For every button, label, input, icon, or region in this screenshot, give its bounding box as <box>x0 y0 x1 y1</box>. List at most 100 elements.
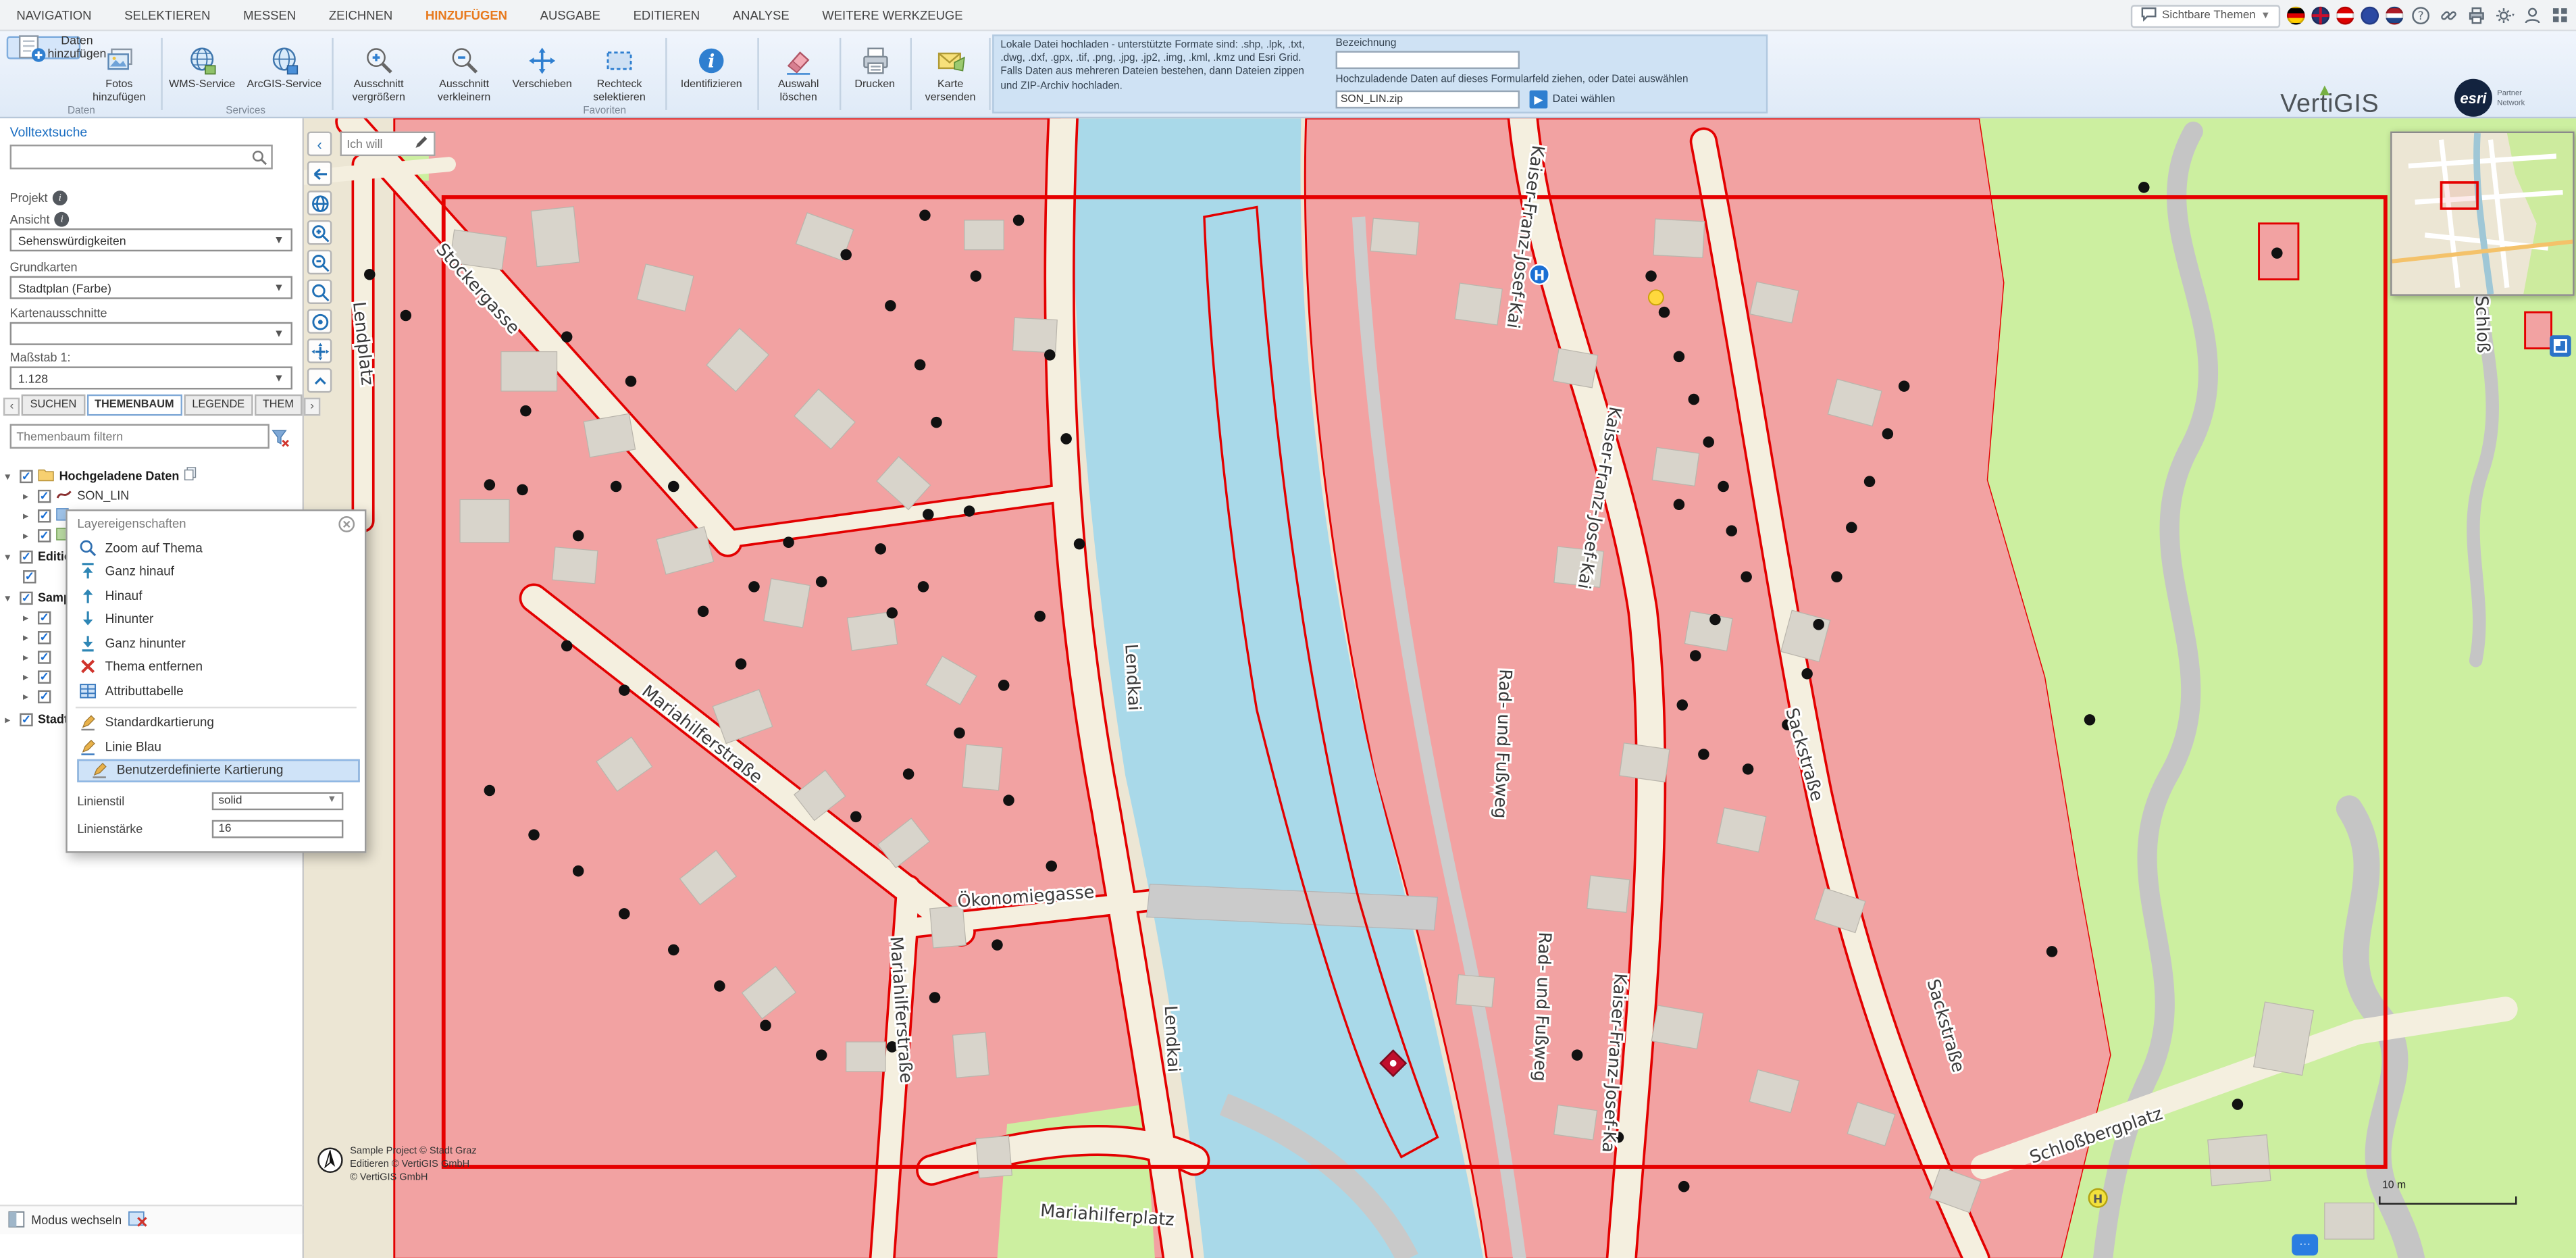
context-menu-item-ganz-hinunter[interactable]: Ganz hinunter <box>68 631 365 655</box>
pan-mode-button[interactable] <box>307 338 332 363</box>
context-menu-item-benutzerdefinierte-kartierung[interactable]: Benutzerdefinierte Kartierung <box>77 759 359 782</box>
checkbox-checked[interactable]: ✓ <box>20 590 32 603</box>
scroll-up-button[interactable] <box>307 368 332 393</box>
checkbox-checked[interactable]: ✓ <box>38 630 51 643</box>
context-menu-item-hinunter[interactable]: Hinunter <box>68 607 365 631</box>
context-menu-item-zoom-auf-thema[interactable]: Zoom auf Thema <box>68 536 365 559</box>
tabs-scroll-left-button[interactable]: ‹ <box>3 398 20 416</box>
tab-themenbaum[interactable]: THEMENBAUM <box>86 395 182 416</box>
menu-tab-messen[interactable]: MESSEN <box>227 7 313 22</box>
close-icon[interactable] <box>338 515 355 532</box>
context-menu-item-thema-entfernen[interactable]: Thema entfernen <box>68 655 365 678</box>
fulltext-search-input[interactable] <box>10 145 273 169</box>
tabs-scroll-right-button[interactable]: › <box>304 398 321 416</box>
flag-german-icon[interactable] <box>2287 7 2305 25</box>
view-select[interactable]: Sehenswürdigkeiten▼ <box>10 228 292 251</box>
zoom-box-button[interactable] <box>307 280 332 304</box>
flag-dutch-icon[interactable] <box>2386 7 2404 25</box>
tree-row-son-lin[interactable]: ▸ ✓ SON_LIN <box>23 486 129 505</box>
checkbox-checked[interactable]: ✓ <box>20 469 32 482</box>
mode-switch-label[interactable]: Modus wechseln <box>31 1213 122 1228</box>
context-menu-item-linie-blau[interactable]: Linie Blau <box>68 734 365 758</box>
zoom-out-button[interactable] <box>307 250 332 274</box>
expand-arrow-icon[interactable]: ▸ <box>23 509 33 522</box>
context-menu-item-standardkartierung[interactable]: Standardkartierung <box>68 711 365 734</box>
theme-filter-input[interactable] <box>10 424 269 449</box>
tree-row[interactable]: ▸✓ <box>23 628 56 646</box>
checkbox-checked[interactable]: ✓ <box>20 712 32 725</box>
context-menu-item-ganz-hinauf[interactable]: Ganz hinauf <box>68 559 365 583</box>
expand-arrow-icon[interactable]: ▸ <box>23 528 33 541</box>
ribbon-button-wms-service[interactable]: WMS-Service <box>164 36 240 109</box>
checkbox-checked[interactable]: ✓ <box>38 509 51 522</box>
tab-suchen[interactable]: SUCHEN <box>22 395 84 416</box>
center-map-button[interactable] <box>307 309 332 333</box>
previous-extent-button[interactable] <box>307 161 332 185</box>
ribbon-button-daten-hinzufuegen[interactable]: Daten hinzufügen <box>7 36 80 59</box>
checkbox-checked[interactable]: ✓ <box>20 550 32 563</box>
ribbon-button-identifizieren[interactable]: i Identifizieren <box>670 36 752 109</box>
fulltext-search-link[interactable]: Volltextsuche <box>10 125 88 140</box>
expand-arrow-icon[interactable]: ▾ <box>5 590 15 603</box>
checkbox-checked[interactable]: ✓ <box>38 489 51 502</box>
menu-grid-icon[interactable] <box>2550 5 2571 26</box>
upload-file-field[interactable]: SON_LIN.zip <box>1336 91 1520 109</box>
context-menu-item-hinauf[interactable]: Hinauf <box>68 584 365 607</box>
map-extent-select[interactable]: ▼ <box>10 322 292 345</box>
tab-them-truncated[interactable]: THEM <box>255 395 302 416</box>
settings-gear-icon[interactable] <box>2494 5 2515 26</box>
filter-clear-icon[interactable] <box>269 427 289 447</box>
tree-row[interactable]: ✓ <box>23 567 41 585</box>
ribbon-button-fotos-hinzufuegen[interactable]: Fotos hinzufügen <box>82 36 156 109</box>
map-close-icon[interactable] <box>128 1210 148 1230</box>
menu-tab-analyse[interactable]: ANALYSE <box>716 7 805 22</box>
full-extent-globe-button[interactable] <box>307 191 332 215</box>
search-icon[interactable] <box>250 148 269 168</box>
tree-row[interactable]: ▸✓ <box>23 687 56 705</box>
tab-legende[interactable]: LEGENDE <box>184 395 253 416</box>
flag-eu-icon[interactable] <box>2361 7 2379 25</box>
expand-arrow-icon[interactable]: ▾ <box>5 550 15 563</box>
ribbon-button-rechteck-selektieren[interactable]: Rechteck selektieren <box>578 36 661 109</box>
ribbon-button-drucken[interactable]: Drucken <box>843 36 907 109</box>
ribbon-button-auswahl-loeschen[interactable]: Auswahl löschen <box>761 36 836 109</box>
context-menu-item-attributtabelle[interactable]: Attributtabelle <box>68 679 365 703</box>
menu-tab-selektieren[interactable]: SELEKTIEREN <box>108 7 227 22</box>
flag-austria-icon[interactable] <box>2336 7 2354 25</box>
menu-tab-ausgabe[interactable]: AUSGABE <box>523 7 617 22</box>
ribbon-button-ausschnitt-vergroessern[interactable]: Ausschnitt vergrößern <box>337 36 421 109</box>
overview-map[interactable] <box>2390 132 2574 296</box>
ribbon-button-karte-versenden[interactable]: Karte versenden <box>913 36 987 109</box>
bezeichnung-input[interactable] <box>1336 51 1520 69</box>
checkbox-checked[interactable]: ✓ <box>38 611 51 624</box>
tree-row[interactable]: ▸✓ <box>23 668 56 686</box>
line-width-input[interactable] <box>212 820 344 838</box>
checkbox-checked[interactable]: ✓ <box>38 528 51 541</box>
map-viewport[interactable]: H H Stockergasse Lendplatz Mariahilferst… <box>304 118 2576 1258</box>
visible-themes-dropdown[interactable]: Sichtbare Themen ▼ <box>2131 4 2280 27</box>
user-icon[interactable] <box>2522 5 2544 26</box>
zoom-in-button[interactable] <box>307 220 332 245</box>
scale-select[interactable]: 1.128▼ <box>10 366 292 389</box>
expand-arrow-icon[interactable]: ▸ <box>23 489 33 502</box>
expand-arrow-icon[interactable]: ▾ <box>5 469 15 482</box>
checkbox-checked[interactable]: ✓ <box>38 650 51 663</box>
flag-english-icon[interactable] <box>2311 7 2329 25</box>
menu-tab-weitere-werkzeuge[interactable]: WEITERE WERKZEUGE <box>806 7 979 22</box>
help-icon[interactable]: ? <box>2410 5 2431 26</box>
tree-row[interactable]: ▸✓ <box>23 608 56 626</box>
expand-arrow-icon[interactable]: ▸ <box>5 712 15 725</box>
link-icon[interactable] <box>2438 5 2460 26</box>
choose-file-button[interactable]: ▶ Datei wählen <box>1530 91 1616 109</box>
tree-row[interactable]: ▸✓ <box>23 647 56 665</box>
line-style-select[interactable]: solid▼ <box>212 791 344 809</box>
ribbon-button-arcgis-service[interactable]: ArcGIS-Service <box>242 36 327 109</box>
sidebar-collapse-button[interactable]: ‹ <box>307 132 332 156</box>
ribbon-button-ausschnitt-verkleinern[interactable]: Ausschnitt verkleinern <box>422 36 506 109</box>
menu-tab-hinzufuegen[interactable]: HINZUFÜGEN <box>409 7 524 22</box>
overview-toggle-button[interactable] <box>2550 335 2571 357</box>
overview-extent-rect[interactable] <box>2442 182 2478 209</box>
menu-tab-zeichnen[interactable]: ZEICHNEN <box>312 7 409 22</box>
checkbox-checked[interactable]: ✓ <box>38 670 51 682</box>
checkbox-checked[interactable]: ✓ <box>38 689 51 702</box>
